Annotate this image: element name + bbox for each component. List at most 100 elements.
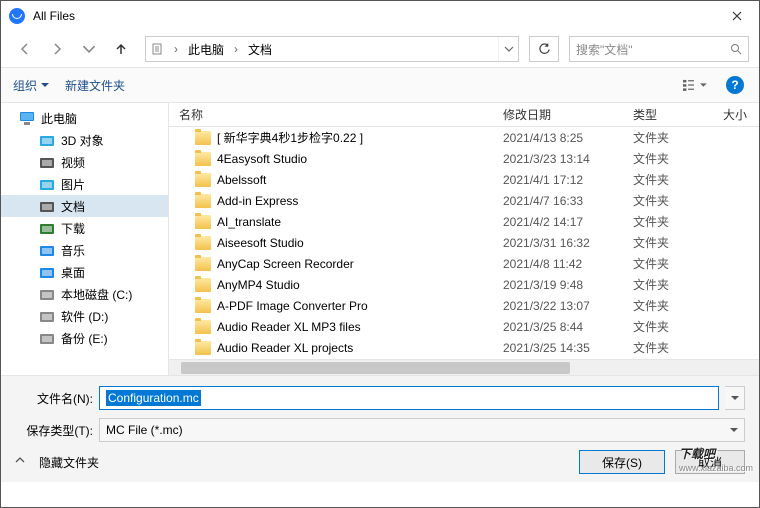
sidebar-item[interactable]: 桌面 [1, 261, 168, 283]
main-area: 此电脑 3D 对象视频图片文档下载音乐桌面本地磁盘 (C:) 软件 (D:) 备份 … [1, 103, 759, 375]
filetype-select[interactable]: MC File (*.mc) [99, 418, 745, 442]
back-button[interactable] [11, 37, 39, 61]
file-row[interactable]: AI_translate 2021/4/2 14:17文件夹 [169, 211, 759, 232]
organize-menu[interactable]: 组织 [13, 77, 49, 94]
file-type: 文件夹 [623, 276, 713, 293]
filetype-value: MC File (*.mc) [106, 423, 730, 437]
close-icon [732, 11, 742, 21]
sidebar-item-label: 备份 (E:) [61, 330, 108, 347]
sidebar[interactable]: 此电脑 3D 对象视频图片文档下载音乐桌面本地磁盘 (C:) 软件 (D:) 备份 … [1, 103, 169, 375]
file-name: A-PDF Image Converter Pro [217, 299, 368, 313]
sidebar-item[interactable]: 软件 (D:) [1, 305, 168, 327]
new-folder-button[interactable]: 新建文件夹 [65, 77, 125, 94]
sidebar-item[interactable]: 图片 [1, 173, 168, 195]
file-name: Aiseesoft Studio [217, 236, 304, 250]
file-row[interactable]: Add-in Express2021/4/7 16:33文件夹 [169, 190, 759, 211]
help-icon: ? [726, 76, 744, 94]
sidebar-item[interactable]: 3D 对象 [1, 129, 168, 151]
horizontal-scrollbar[interactable] [169, 359, 759, 375]
sidebar-item-icon [39, 286, 55, 302]
chevron-down-icon [730, 428, 738, 433]
organize-label: 组织 [13, 77, 37, 94]
app-icon [9, 8, 25, 24]
file-row[interactable]: AnyCap Screen Recorder2021/4/8 11:42文件夹 [169, 253, 759, 274]
chevron-down-icon [82, 42, 96, 56]
search-box[interactable]: 搜索"文档" [569, 36, 749, 62]
file-row[interactable]: 4Easysoft Studio2021/3/23 13:14文件夹 [169, 148, 759, 169]
pc-icon [19, 110, 35, 126]
breadcrumb-item[interactable]: 文档 [244, 41, 276, 58]
address-bar[interactable]: › 此电脑 › 文档 [145, 36, 519, 62]
col-header-size[interactable]: 大小 [713, 106, 759, 123]
sidebar-item-icon [39, 220, 55, 236]
toolbar: 组织 新建文件夹 ? [1, 67, 759, 103]
file-date: 2021/3/23 13:14 [493, 152, 623, 166]
file-list: 名称 修改日期 类型 大小 [ 新华字典4秒1步检字0.22 ]2021/4/1… [169, 103, 759, 375]
chevron-down-icon [700, 83, 707, 88]
file-type: 文件夹 [623, 150, 713, 167]
sidebar-item-icon [39, 198, 55, 214]
file-name: AI_translate [217, 215, 281, 229]
expand-folders[interactable] [15, 455, 29, 469]
folder-icon [195, 299, 211, 313]
file-date: 2021/4/8 11:42 [493, 257, 623, 271]
sidebar-item-label: 软件 (D:) [61, 308, 108, 325]
hide-folders-link[interactable]: 隐藏文件夹 [39, 454, 569, 471]
document-icon [150, 42, 164, 56]
location-icon [146, 42, 168, 56]
file-row[interactable]: Aiseesoft Studio2021/3/31 16:32文件夹 [169, 232, 759, 253]
close-button[interactable] [715, 1, 759, 31]
sidebar-item-label: 3D 对象 [61, 132, 104, 149]
file-row[interactable]: A-PDF Image Converter Pro 2021/3/22 13:07… [169, 295, 759, 316]
forward-button[interactable] [43, 37, 71, 61]
col-header-name[interactable]: 名称 [169, 106, 493, 123]
sidebar-item[interactable]: 文档 [1, 195, 168, 217]
sidebar-item-icon [39, 264, 55, 280]
sidebar-item[interactable]: 视频 [1, 151, 168, 173]
file-date: 2021/4/2 14:17 [493, 215, 623, 229]
sidebar-item[interactable]: 本地磁盘 (C:) [1, 283, 168, 305]
file-date: 2021/4/7 16:33 [493, 194, 623, 208]
file-name: Add-in Express [217, 194, 298, 208]
chevron-down-icon [731, 396, 739, 401]
window-title: All Files [33, 9, 715, 23]
file-row[interactable]: [ 新华字典4秒1步检字0.22 ]2021/4/13 8:25文件夹 [169, 127, 759, 148]
refresh-icon [538, 43, 551, 56]
sidebar-root-thispc[interactable]: 此电脑 [1, 107, 168, 129]
cancel-button[interactable]: 取消 [675, 450, 745, 474]
folder-icon [195, 278, 211, 292]
file-row[interactable]: AnyMP4 Studio2021/3/19 9:48文件夹 [169, 274, 759, 295]
up-button[interactable] [107, 37, 135, 61]
recent-dropdown[interactable] [75, 37, 103, 61]
filename-input[interactable]: Configuration.mc [99, 386, 719, 410]
sidebar-item-label: 下载 [61, 220, 85, 237]
file-type: 文件夹 [623, 297, 713, 314]
view-options[interactable] [683, 73, 707, 97]
sidebar-item[interactable]: 备份 (E:) [1, 327, 168, 349]
address-dropdown[interactable] [498, 37, 518, 61]
title-bar: All Files [1, 1, 759, 31]
sidebar-item-icon [39, 176, 55, 192]
sidebar-item[interactable]: 下载 [1, 217, 168, 239]
file-row[interactable]: Audio Reader XL MP3 files2021/3/25 8:44文… [169, 316, 759, 337]
folder-icon [195, 173, 211, 187]
sidebar-item[interactable]: 音乐 [1, 239, 168, 261]
filename-dropdown[interactable] [725, 386, 745, 410]
help-button[interactable]: ? [723, 73, 747, 97]
file-row[interactable]: Audio Reader XL projects2021/3/25 14:35文… [169, 337, 759, 358]
chevron-down-icon [41, 83, 49, 88]
col-header-date[interactable]: 修改日期 [493, 106, 623, 123]
file-date: 2021/3/22 13:07 [493, 299, 623, 313]
col-header-type[interactable]: 类型 [623, 106, 713, 123]
view-icon [683, 78, 698, 92]
file-row[interactable]: Abelssoft2021/4/1 17:12文件夹 [169, 169, 759, 190]
file-type: 文件夹 [623, 213, 713, 230]
file-list-body[interactable]: [ 新华字典4秒1步检字0.22 ]2021/4/13 8:25文件夹4Easy… [169, 127, 759, 359]
refresh-button[interactable] [529, 36, 559, 62]
file-name: Audio Reader XL projects [217, 341, 353, 355]
file-type: 文件夹 [623, 339, 713, 356]
column-headers: 名称 修改日期 类型 大小 [169, 103, 759, 127]
filename-row: 文件名(N): Configuration.mc [15, 386, 745, 410]
save-button[interactable]: 保存(S) [579, 450, 665, 474]
breadcrumb-item[interactable]: 此电脑 [184, 41, 228, 58]
